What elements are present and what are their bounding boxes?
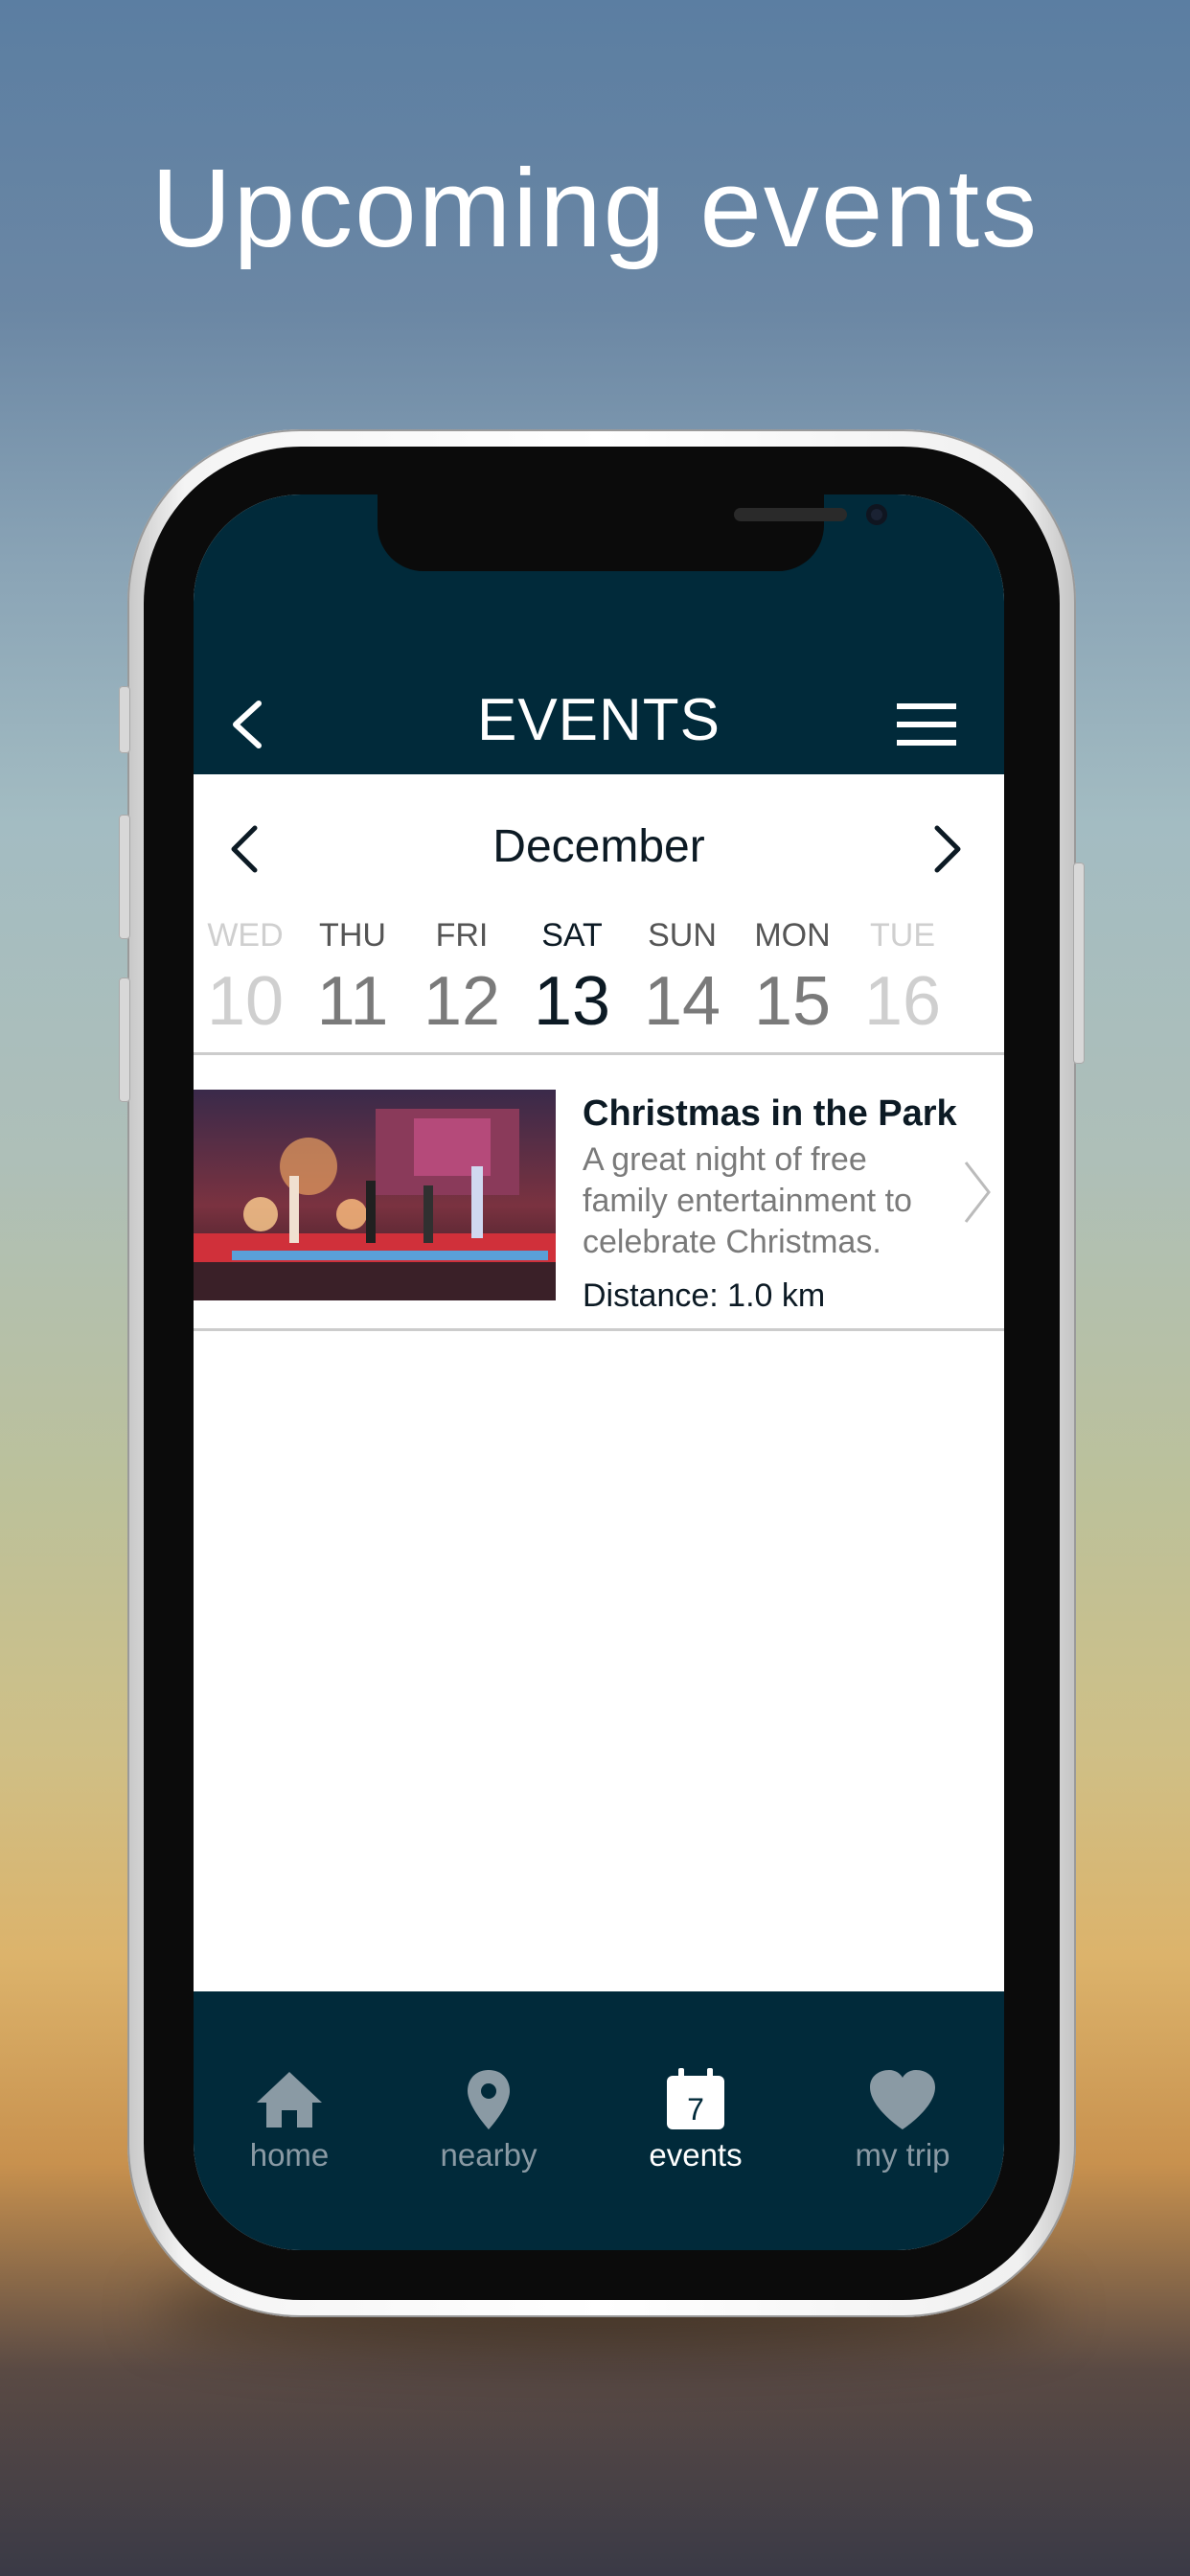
day-name: WED [207, 917, 284, 954]
event-distance: Distance: 1.0 km [583, 1277, 826, 1314]
hamburger-icon [897, 703, 956, 746]
tab-bar: home nearby 7 events my trip [194, 1991, 1004, 2250]
event-list-item[interactable]: Christmas in the Park A great night of f… [194, 1055, 1004, 1343]
day-name: TUE [870, 917, 935, 954]
app-header: EVENTS [194, 494, 1004, 774]
day-number: 15 [753, 963, 832, 1040]
day-wed[interactable]: WED 10 [194, 912, 301, 1045]
day-sun[interactable]: SUN 14 [627, 912, 738, 1045]
day-number: 14 [643, 963, 721, 1040]
home-icon [257, 2072, 322, 2128]
day-fri[interactable]: FRI 12 [406, 912, 517, 1045]
day-name: SAT [541, 917, 603, 954]
day-number: 13 [533, 963, 611, 1040]
day-name: SUN [648, 917, 717, 954]
day-name: FRI [435, 917, 489, 954]
day-number: 12 [423, 963, 501, 1040]
event-title: Christmas in the Park [583, 1093, 957, 1134]
tab-label: nearby [440, 2137, 538, 2173]
tab-nearby[interactable]: nearby [393, 2066, 584, 2174]
volume-down-button [119, 978, 130, 1102]
event-image [194, 1090, 556, 1300]
day-name: THU [319, 917, 386, 954]
day-number: 16 [863, 963, 942, 1040]
menu-button[interactable] [893, 696, 960, 753]
power-button [1073, 862, 1085, 1064]
calendar-icon: 7 [667, 2068, 724, 2129]
tab-label: events [649, 2137, 743, 2173]
header-title: EVENTS [476, 687, 721, 753]
day-tue[interactable]: TUE 16 [847, 912, 958, 1045]
front-camera [866, 504, 887, 525]
day-mon[interactable]: MON 15 [737, 912, 848, 1045]
day-sat-selected[interactable]: SAT 13 [516, 912, 628, 1045]
notch [378, 494, 887, 571]
day-number: 10 [206, 963, 285, 1040]
event-description: A great night of free family entertainme… [583, 1141, 912, 1260]
divider [194, 1328, 1004, 1331]
chevron-right-icon [934, 825, 961, 873]
tab-events[interactable]: 7 events [600, 2066, 791, 2174]
app-screen: EVENTS December WED 10 THU 11 FRI 12 SAT… [194, 494, 1004, 2250]
event-open-button[interactable] [960, 1159, 995, 1226]
map-pin-icon [468, 2070, 510, 2129]
tab-label: my trip [855, 2137, 950, 2173]
mute-switch [119, 686, 130, 753]
heart-icon [870, 2070, 935, 2129]
tab-my-trip[interactable]: my trip [807, 2066, 998, 2174]
chevron-right-icon [964, 1162, 991, 1223]
tab-home[interactable]: home [194, 2066, 385, 2174]
month-label: December [492, 821, 705, 872]
day-strip: WED 10 THU 11 FRI 12 SAT 13 SUN 14 MON 1… [194, 912, 1004, 1075]
day-name: MON [754, 917, 831, 954]
day-thu[interactable]: THU 11 [297, 912, 408, 1045]
calendar-badge: 7 [687, 2092, 704, 2127]
speaker [734, 508, 847, 521]
event-photo [194, 1090, 556, 1300]
next-month-button[interactable] [922, 820, 972, 878]
tab-label: home [249, 2137, 330, 2173]
volume-up-button [119, 815, 130, 939]
promo-title: Upcoming events [150, 146, 1040, 270]
day-number: 11 [316, 963, 389, 1040]
